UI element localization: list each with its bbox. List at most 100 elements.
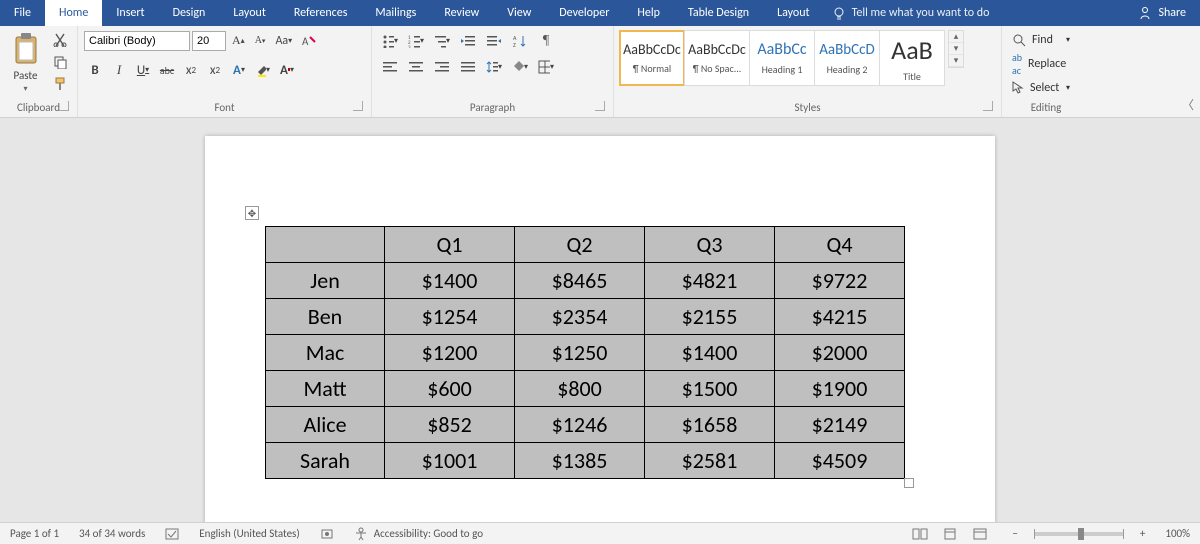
zoom-in-button[interactable]: + — [1130, 523, 1155, 544]
bold-button[interactable]: B — [84, 59, 106, 81]
cell[interactable]: $1200 — [385, 335, 515, 371]
highlight-button[interactable]: ▾ — [252, 59, 274, 81]
print-layout-button[interactable] — [938, 525, 962, 543]
tab-review[interactable]: Review — [430, 0, 493, 26]
cell[interactable]: $2149 — [774, 407, 904, 443]
cell[interactable]: $9722 — [774, 263, 904, 299]
tab-mailings[interactable]: Mailings — [361, 0, 430, 26]
numbering-button[interactable]: 123▾ — [404, 30, 428, 52]
align-center-button[interactable] — [404, 56, 428, 78]
status-accessibility[interactable]: Accessibility: Good to go — [344, 523, 493, 544]
row-name[interactable]: Ben — [266, 299, 385, 335]
data-table[interactable]: Q1Q2Q3Q4Jen$1400$8465$4821$9722Ben$1254$… — [265, 226, 905, 479]
status-words[interactable]: 34 of 34 words — [69, 523, 155, 544]
cell[interactable]: $2354 — [515, 299, 645, 335]
dialog-launcher-icon[interactable] — [595, 101, 605, 111]
text-effects-button[interactable]: A▾ — [228, 59, 250, 81]
table-header[interactable]: Q3 — [645, 227, 775, 263]
table-header[interactable]: Q1 — [385, 227, 515, 263]
superscript-button[interactable]: x2 — [204, 59, 226, 81]
cell[interactable]: $800 — [515, 371, 645, 407]
bullets-button[interactable]: ▾ — [378, 30, 402, 52]
tab-references[interactable]: References — [280, 0, 362, 26]
paste-button[interactable]: Paste ▾ — [6, 30, 45, 97]
zoom-out-button[interactable]: − — [1002, 523, 1027, 544]
cell[interactable]: $1500 — [645, 371, 775, 407]
tab-help[interactable]: Help — [623, 0, 674, 26]
row-name[interactable]: Matt — [266, 371, 385, 407]
copy-button[interactable] — [49, 52, 71, 72]
cell[interactable]: $1246 — [515, 407, 645, 443]
zoom-level[interactable]: 100% — [1155, 523, 1200, 544]
cell[interactable]: $1400 — [385, 263, 515, 299]
line-spacing-button[interactable]: ▾ — [482, 56, 506, 78]
cell[interactable]: $4509 — [774, 443, 904, 479]
cell[interactable]: $4215 — [774, 299, 904, 335]
collapse-ribbon-button[interactable]: 〈 — [1182, 96, 1194, 113]
dialog-launcher-icon[interactable] — [59, 101, 69, 111]
status-macro-icon[interactable] — [310, 523, 344, 544]
dialog-launcher-icon[interactable] — [983, 101, 993, 111]
shading-button[interactable]: ▾ — [508, 56, 532, 78]
table-row[interactable]: Alice$852$1246$1658$2149 — [266, 407, 905, 443]
italic-button[interactable]: I — [108, 59, 130, 81]
cell[interactable]: $2000 — [774, 335, 904, 371]
cell[interactable]: $852 — [385, 407, 515, 443]
format-painter-button[interactable] — [49, 74, 71, 94]
font-size-input[interactable] — [192, 31, 226, 51]
table-header[interactable]: Q4 — [774, 227, 904, 263]
status-proofing-icon[interactable] — [155, 523, 189, 544]
tab-layout[interactable]: Layout — [763, 0, 824, 26]
styles-scroll[interactable]: ▴▾▾ — [948, 30, 964, 68]
cell[interactable]: $1385 — [515, 443, 645, 479]
table-resize-handle-icon[interactable] — [904, 478, 914, 488]
cell[interactable]: $8465 — [515, 263, 645, 299]
show-marks-button[interactable]: ¶ — [534, 30, 558, 52]
zoom-slider[interactable] — [1034, 532, 1124, 536]
select-button[interactable]: Select▾ — [1008, 78, 1074, 98]
justify-button[interactable] — [456, 56, 480, 78]
underline-button[interactable]: U▾ — [132, 59, 154, 81]
find-button[interactable]: Find▾ — [1008, 30, 1074, 50]
replace-button[interactable]: abacReplace — [1008, 54, 1074, 74]
tab-file[interactable]: File — [0, 0, 45, 26]
tab-design[interactable]: Design — [159, 0, 220, 26]
web-layout-button[interactable] — [968, 525, 992, 543]
sort-button[interactable]: AZ — [508, 30, 532, 52]
cell[interactable]: $1001 — [385, 443, 515, 479]
tab-view[interactable]: View — [493, 0, 545, 26]
style--no-spac-[interactable]: AaBbCcDc¶ No Spac... — [684, 30, 750, 86]
tab-table-design[interactable]: Table Design — [674, 0, 763, 26]
borders-button[interactable]: ▾ — [534, 56, 558, 78]
change-case-button[interactable]: Aa▾ — [271, 31, 296, 51]
share-button[interactable]: Share — [1124, 0, 1200, 26]
tab-developer[interactable]: Developer — [545, 0, 623, 26]
cell[interactable]: $2155 — [645, 299, 775, 335]
status-language[interactable]: English (United States) — [189, 523, 309, 544]
cell[interactable]: $600 — [385, 371, 515, 407]
table-row[interactable]: Ben$1254$2354$2155$4215 — [266, 299, 905, 335]
strikethrough-button[interactable]: abc — [156, 59, 178, 81]
font-color-button[interactable]: A▾ — [276, 59, 298, 81]
tell-me-search[interactable]: Tell me what you want to do — [824, 0, 1125, 26]
row-name[interactable]: Jen — [266, 263, 385, 299]
table-row[interactable]: Jen$1400$8465$4821$9722 — [266, 263, 905, 299]
align-left-button[interactable] — [378, 56, 402, 78]
cell[interactable]: $4821 — [645, 263, 775, 299]
row-name[interactable]: Sarah — [266, 443, 385, 479]
table-header[interactable]: Q2 — [515, 227, 645, 263]
cut-button[interactable] — [49, 30, 71, 50]
style--normal[interactable]: AaBbCcDc¶ Normal — [619, 30, 685, 86]
style-heading-1[interactable]: AaBbCcHeading 1 — [749, 30, 815, 86]
row-name[interactable]: Mac — [266, 335, 385, 371]
subscript-button[interactable]: x2 — [180, 59, 202, 81]
cell[interactable]: $1250 — [515, 335, 645, 371]
table-row[interactable]: Mac$1200$1250$1400$2000 — [266, 335, 905, 371]
table-row[interactable]: Matt$600$800$1500$1900 — [266, 371, 905, 407]
row-name[interactable]: Alice — [266, 407, 385, 443]
align-right-button[interactable] — [430, 56, 454, 78]
decrease-indent-button[interactable] — [456, 30, 480, 52]
clear-formatting-button[interactable]: A — [298, 31, 320, 51]
cell[interactable]: $1900 — [774, 371, 904, 407]
table-move-handle-icon[interactable]: ✥ — [245, 206, 259, 220]
